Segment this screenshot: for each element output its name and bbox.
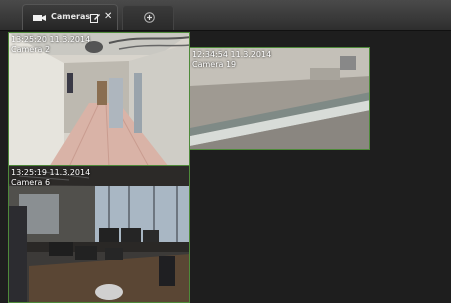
close-icon[interactable]: ✕	[104, 11, 112, 23]
camera-name-label: Camera 19	[192, 60, 237, 69]
camera-view-room[interactable]: 12:34:54 11.3.2014 Camera 19	[189, 47, 370, 150]
timestamp-label: 13:25:20 11.3.2014	[11, 35, 91, 44]
timestamp-label: 13:25:19 11.3.2014	[11, 168, 91, 177]
camera-name-label: Camera 2	[11, 45, 51, 54]
tab-bar: Cameras ✕	[0, 0, 451, 31]
camera-icon	[33, 15, 46, 21]
edit-icon[interactable]	[90, 13, 100, 23]
camera-view-corridor[interactable]: 13:25:20 11.3.2014 Camera 2	[8, 32, 190, 166]
new-tab-button[interactable]	[122, 5, 174, 30]
tab-label: Cameras	[51, 12, 91, 21]
add-tab-icon	[144, 12, 155, 23]
camera-name-label: Camera 6	[11, 178, 51, 187]
camera-grid: 13:25:20 11.3.2014 Camera 2 12:34:54 11.…	[0, 31, 451, 303]
timestamp-label: 12:34:54 11.3.2014	[192, 50, 272, 59]
camera-view-office[interactable]: 13:25:19 11.3.2014 Camera 6	[8, 165, 190, 303]
tab-cameras[interactable]: Cameras ✕	[22, 4, 118, 30]
